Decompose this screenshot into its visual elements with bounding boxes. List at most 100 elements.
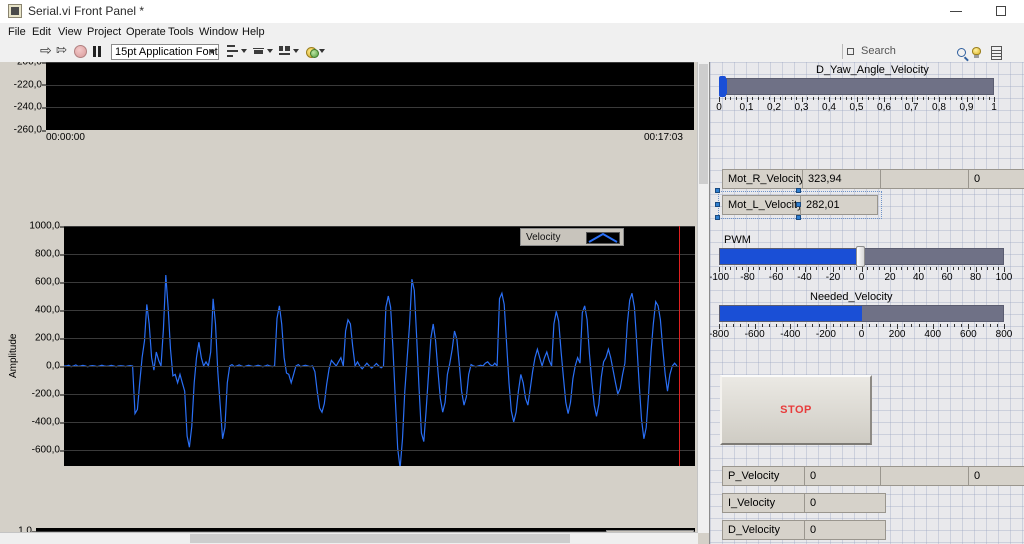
grid-line [46,107,694,109]
scale-tick [797,324,799,327]
scale-label: -100 [710,272,730,283]
window-panel-icon[interactable] [991,46,1002,60]
selection-handle[interactable] [796,202,801,207]
scale-label: -80 [740,272,755,283]
scale-tick [818,324,820,327]
pause-icon[interactable] [92,46,103,57]
scale-tick [889,97,891,100]
unnamed-top-label [880,169,968,189]
scale-label: 0 [716,102,722,113]
slider-knob[interactable] [856,246,865,267]
context-help-bulb-icon[interactable] [971,47,982,59]
slider-track[interactable] [719,78,994,95]
run-arrow-icon[interactable] [40,42,56,59]
scale-tick [867,97,869,100]
scale-label: 800 [995,329,1013,340]
selection-handle[interactable] [715,188,720,193]
graph-main-cursor-line[interactable] [679,226,680,506]
scale-tick [850,267,852,270]
workspace-vertical-scrollbar[interactable] [697,62,709,533]
scale-tick [989,324,991,327]
scale-label: 200 [888,329,906,340]
scale-tick [783,324,785,327]
p-velocity-control[interactable]: P_Velocity 0 [722,466,886,486]
p-velocity-value[interactable]: 0 [804,466,886,486]
menu-item-window[interactable]: Window [194,25,243,39]
slider-fill [720,306,862,321]
scale-tick [840,97,841,100]
scale-tick [833,324,834,327]
scale-tick [996,324,998,327]
stop-button[interactable]: STOP [720,375,872,445]
search-input[interactable]: Search [861,44,896,59]
scale-tick [925,324,927,327]
selection-handle[interactable] [796,188,801,193]
resize-objects-icon[interactable] [278,44,300,59]
minimize-icon[interactable] [934,0,979,23]
legend-swatch[interactable] [586,232,620,244]
window-title: Serial.vi Front Panel * [28,4,145,18]
distribute-objects-icon[interactable] [252,44,274,59]
abort-execution-icon[interactable] [74,45,87,58]
maximize-icon[interactable] [979,0,1024,23]
reorder-objects-icon[interactable] [304,44,326,59]
scale-tick [928,97,929,100]
scale-tick [796,97,797,100]
selection-handle[interactable] [715,215,720,220]
d-velocity-control[interactable]: D_Velocity 0 [722,520,886,540]
scale-tick [768,324,770,327]
scale-tick [854,324,856,327]
slider-scale: -800 -600 -400 -200 0 200 400 600 800 [710,324,1012,340]
slider-knob[interactable] [719,76,726,97]
workspace-horizontal-scrollbar[interactable] [0,532,698,544]
run-continuously-icon[interactable] [56,42,72,59]
search-box[interactable]: Search [842,44,1002,60]
unnamed-bottom-control[interactable]: 0 [880,466,1024,486]
mot-l-velocity-value[interactable]: 282,01 [800,195,878,215]
mot-l-velocity-control[interactable]: Mot_L_Velocity 282,01 [715,188,882,220]
graph-main-legend[interactable]: Velocity [520,228,624,246]
scale-label: 0 [858,329,865,340]
scale-tick [753,267,755,270]
menu-item-project[interactable]: Project [82,25,126,39]
font-selector[interactable]: 15pt Application Font [111,44,219,60]
i-velocity-value[interactable]: 0 [804,493,886,513]
i-velocity-control[interactable]: I_Velocity 0 [722,493,886,513]
mot-r-velocity-control[interactable]: Mot_R_Velocity 323,94 [722,169,886,189]
scale-tick [811,324,813,327]
scale-tick [912,267,914,270]
scale-tick [735,97,737,100]
selection-handle[interactable] [796,215,801,220]
search-dropdown-icon[interactable] [847,48,854,55]
menu-item-edit[interactable]: Edit [27,25,56,39]
scale-tick [757,97,759,100]
graph-top-plot-area[interactable] [46,62,694,130]
i-velocity-label: I_Velocity [722,493,804,513]
d-velocity-label: D_Velocity [722,520,804,540]
d-velocity-value[interactable]: 0 [804,520,886,540]
scale-label: 1 [991,102,997,113]
unnamed-top-control[interactable]: 0 [880,169,1024,189]
scale-tick [779,97,781,100]
scale-tick [992,267,994,270]
graph-main-plot-area[interactable] [64,226,695,506]
scale-tick [834,97,836,100]
scale-label: -600 [744,329,765,340]
magnifier-icon[interactable] [957,48,966,57]
scale-tick [911,324,913,327]
unnamed-top-value[interactable]: 0 [968,169,1024,189]
mot-r-velocity-value[interactable]: 323,94 [802,169,886,189]
menu-item-help[interactable]: Help [237,25,270,39]
y-tick: 600,0 [34,276,65,288]
scale-tick [862,97,863,100]
scale-tick [977,97,979,100]
unnamed-bottom-value[interactable]: 0 [968,466,1024,486]
scale-tick [851,97,852,100]
graph-main[interactable]: Amplitude 1000,0 800,0 600,0 400,0 200,0 0,0-… [0,148,700,534]
align-objects-icon[interactable] [226,44,248,59]
legend-row-velocity[interactable]: Velocity [524,231,620,245]
scale-tick [793,267,795,270]
scale-tick [752,97,753,100]
selection-handle[interactable] [715,202,720,207]
grid-line [64,226,695,227]
